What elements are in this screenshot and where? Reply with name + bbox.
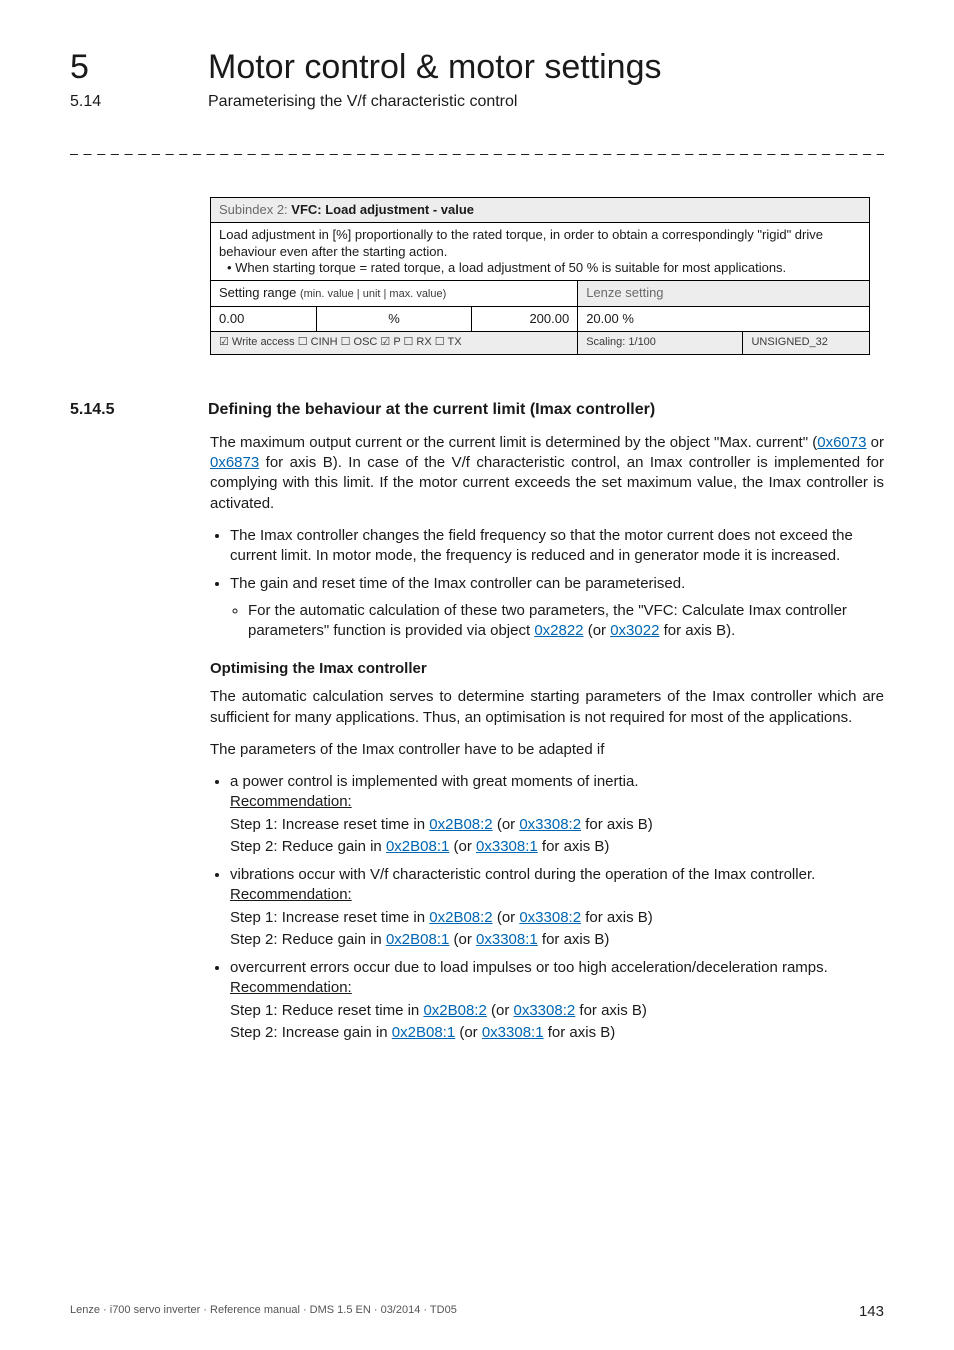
max-value: 200.00 <box>471 306 577 331</box>
text: (or <box>449 838 476 855</box>
text: or <box>866 434 884 451</box>
link-0x2822[interactable]: 0x2822 <box>534 622 583 639</box>
subchapter-title: Parameterising the V/f characteristic co… <box>208 93 517 111</box>
step-2: Step 2: Reduce gain in 0x2B08:1 (or 0x33… <box>230 930 884 950</box>
lenze-value: 20.00 % <box>578 306 870 331</box>
step-1: Step 1: Increase reset time in 0x2B08:2 … <box>230 815 884 835</box>
step-1: Step 1: Reduce reset time in 0x2B08:2 (o… <box>230 1001 884 1021</box>
text: for axis B). In case of the V/f characte… <box>210 454 884 512</box>
case-lead: vibrations occur with V/f characteristic… <box>230 866 815 883</box>
data-type: UNSIGNED_32 <box>743 332 870 355</box>
table-description: Load adjustment in [%] proportionally to… <box>211 223 870 281</box>
text: Step 1: Increase reset time in <box>230 816 429 833</box>
chapter-title: Motor control & motor settings <box>208 48 662 87</box>
step-2: Step 2: Reduce gain in 0x2B08:1 (or 0x33… <box>230 837 884 857</box>
text: (or <box>584 622 611 639</box>
list-item: vibrations occur with V/f characteristic… <box>230 865 884 950</box>
list-item: overcurrent errors occur due to load imp… <box>230 958 884 1043</box>
text: (or <box>449 931 476 948</box>
link-0x3308-2[interactable]: 0x3308:2 <box>519 816 581 833</box>
text: (or <box>487 1002 514 1019</box>
unit-value: % <box>316 306 471 331</box>
text: (or <box>455 1024 482 1041</box>
list-item: a power control is implemented with grea… <box>230 772 884 857</box>
table-title-bold: VFC: Load adjustment - value <box>291 202 474 217</box>
optimising-p1: The automatic calculation serves to dete… <box>210 687 884 728</box>
chapter-number: 5 <box>70 48 160 87</box>
case-lead: overcurrent errors occur due to load imp… <box>230 959 828 976</box>
section-number: 5.14.5 <box>70 401 160 419</box>
text: (or <box>493 816 520 833</box>
setting-range-label: Setting range (min. value | unit | max. … <box>211 281 578 307</box>
text: for axis B) <box>544 1024 616 1041</box>
link-0x3308-1[interactable]: 0x3308:1 <box>476 931 538 948</box>
optimising-p2: The parameters of the Imax controller ha… <box>210 740 884 760</box>
subchapter-number: 5.14 <box>70 93 160 111</box>
parameter-table: Subindex 2: VFC: Load adjustment - value… <box>210 197 870 355</box>
access-flags: ☑ Write access ☐ CINH ☐ OSC ☑ P ☐ RX ☐ T… <box>211 332 578 355</box>
text: for axis B) <box>538 931 610 948</box>
link-0x3308-2[interactable]: 0x3308:2 <box>519 909 581 926</box>
link-0x2B08-2[interactable]: 0x2B08:2 <box>429 816 492 833</box>
text: for axis B) <box>581 909 653 926</box>
list-item: For the automatic calculation of these t… <box>248 601 884 642</box>
link-0x2B08-1[interactable]: 0x2B08:1 <box>386 931 449 948</box>
lenze-setting-label: Lenze setting <box>578 281 870 307</box>
text: for axis B) <box>581 816 653 833</box>
table-title-prefix: Subindex 2: <box>219 202 291 217</box>
min-value: 0.00 <box>211 306 317 331</box>
text: for axis B) <box>575 1002 647 1019</box>
text: for axis B). <box>659 622 735 639</box>
setting-range-small: (min. value | unit | max. value) <box>300 288 446 300</box>
list-item: The gain and reset time of the Imax cont… <box>230 574 884 641</box>
cases-list: a power control is implemented with grea… <box>210 772 884 1043</box>
table-desc-bullet: • When starting torque = rated torque, a… <box>227 260 786 276</box>
footer-text: Lenze · i700 servo inverter · Reference … <box>70 1304 457 1316</box>
list-item: The Imax controller changes the field fr… <box>230 526 884 567</box>
recommendation-label: Recommendation: <box>230 886 352 903</box>
text: Step 2: Increase gain in <box>230 1024 392 1041</box>
link-0x2B08-1[interactable]: 0x2B08:1 <box>386 838 449 855</box>
intro-paragraph: The maximum output current or the curren… <box>210 433 884 514</box>
link-0x2B08-2[interactable]: 0x2B08:2 <box>423 1002 486 1019</box>
step-1: Step 1: Increase reset time in 0x2B08:2 … <box>230 908 884 928</box>
scaling: Scaling: 1/100 <box>578 332 743 355</box>
text: The maximum output current or the curren… <box>210 434 817 451</box>
link-0x2B08-1[interactable]: 0x2B08:1 <box>392 1024 455 1041</box>
link-0x3308-2[interactable]: 0x3308:2 <box>514 1002 576 1019</box>
text: The gain and reset time of the Imax cont… <box>230 575 685 592</box>
link-0x3308-1[interactable]: 0x3308:1 <box>476 838 538 855</box>
text: Step 2: Reduce gain in <box>230 838 386 855</box>
text: for axis B) <box>538 838 610 855</box>
link-0x6073[interactable]: 0x6073 <box>817 434 866 451</box>
table-title-row: Subindex 2: VFC: Load adjustment - value <box>211 198 870 223</box>
setting-range-main: Setting range <box>219 285 300 300</box>
text: (or <box>493 909 520 926</box>
section-title: Defining the behaviour at the current li… <box>208 401 655 419</box>
behaviour-list: The Imax controller changes the field fr… <box>210 526 884 641</box>
recommendation-label: Recommendation: <box>230 979 352 996</box>
case-lead: a power control is implemented with grea… <box>230 773 639 790</box>
divider: _ _ _ _ _ _ _ _ _ _ _ _ _ _ _ _ _ _ _ _ … <box>70 139 884 155</box>
link-0x3022[interactable]: 0x3022 <box>610 622 659 639</box>
text: Step 1: Increase reset time in <box>230 909 429 926</box>
page-number: 143 <box>859 1303 884 1320</box>
text: Step 2: Reduce gain in <box>230 931 386 948</box>
optimising-heading: Optimising the Imax controller <box>210 659 884 679</box>
text: Step 1: Reduce reset time in <box>230 1002 423 1019</box>
link-0x6873[interactable]: 0x6873 <box>210 454 259 471</box>
link-0x2B08-2[interactable]: 0x2B08:2 <box>429 909 492 926</box>
step-2: Step 2: Increase gain in 0x2B08:1 (or 0x… <box>230 1023 884 1043</box>
recommendation-label: Recommendation: <box>230 793 352 810</box>
link-0x3308-1[interactable]: 0x3308:1 <box>482 1024 544 1041</box>
table-desc-line1: Load adjustment in [%] proportionally to… <box>219 227 823 258</box>
